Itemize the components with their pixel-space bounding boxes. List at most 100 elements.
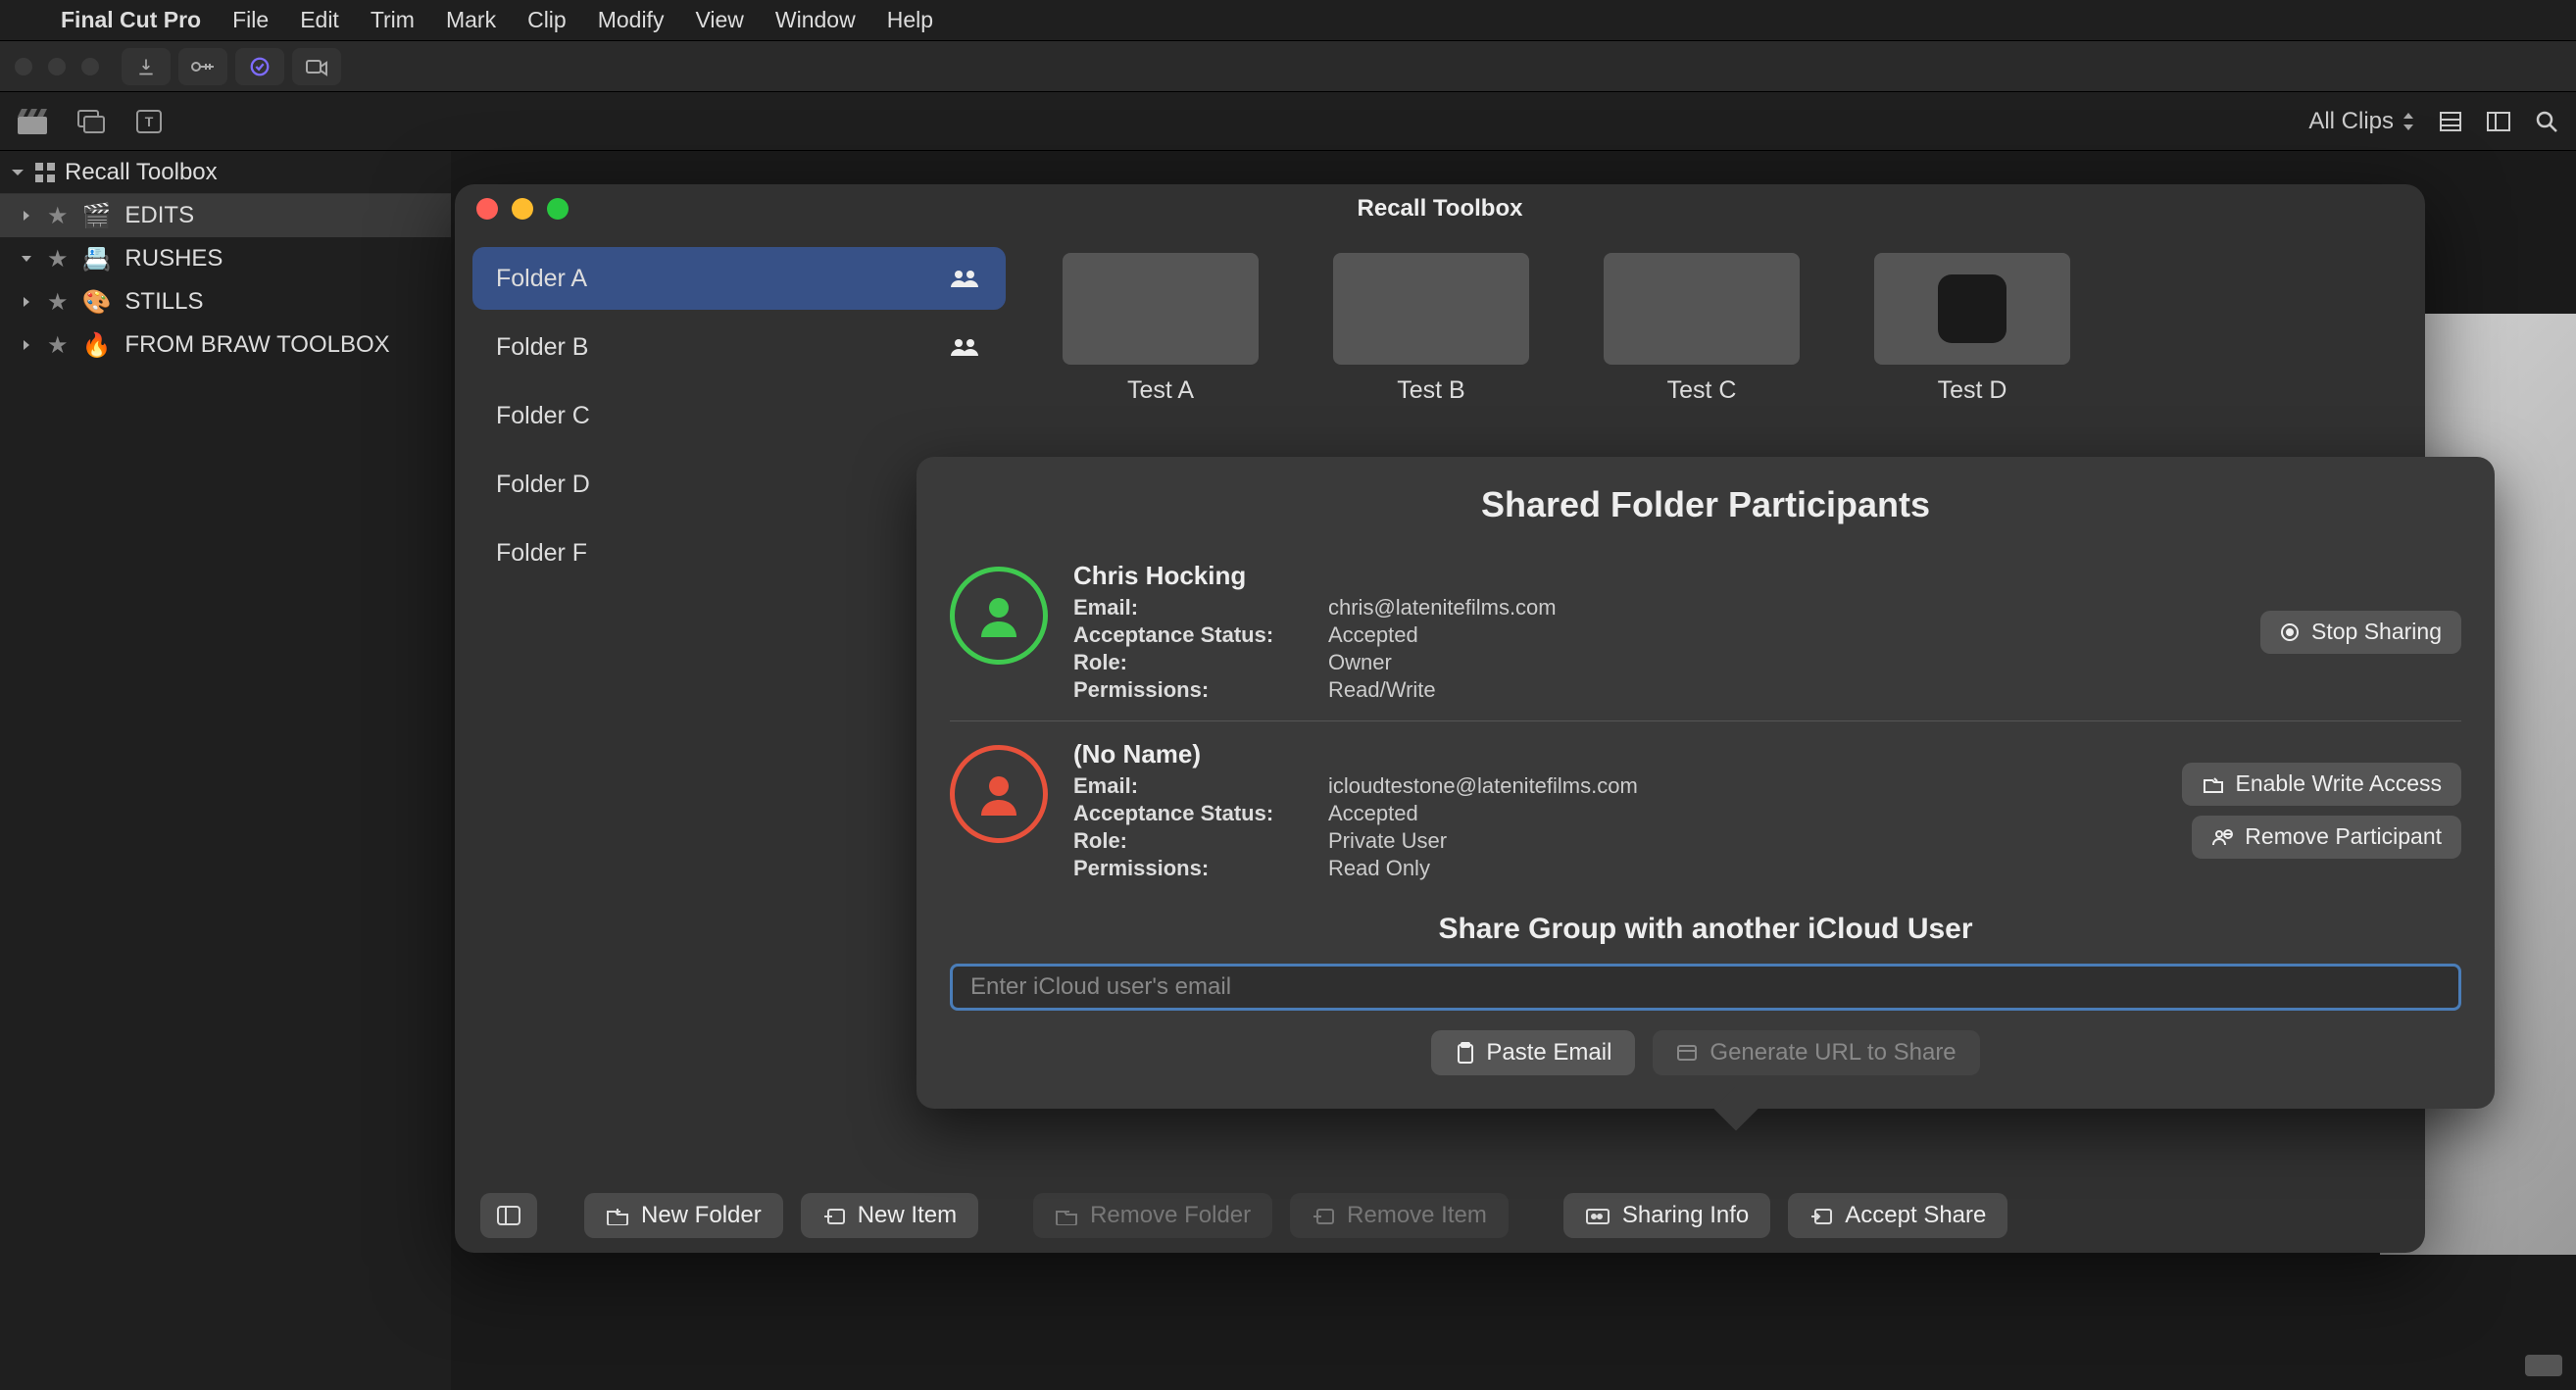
participant-role: Private User bbox=[1328, 828, 1447, 854]
participant-email: chris@latenitefilms.com bbox=[1328, 595, 1557, 621]
browser-title: Recall Toolbox bbox=[65, 159, 218, 186]
clips-filter[interactable]: All Clips bbox=[2308, 108, 2415, 135]
sharing-info-button[interactable]: Sharing Info bbox=[1563, 1193, 1770, 1238]
fcp-toolbar bbox=[0, 41, 2576, 92]
library-toolbar: T All Clips bbox=[0, 92, 2576, 151]
participant-permissions: Read Only bbox=[1328, 856, 1430, 881]
participant-action-button[interactable]: Remove Participant bbox=[2192, 816, 2461, 859]
background-tasks-button[interactable] bbox=[235, 48, 284, 85]
thumbnail-item[interactable]: Test A bbox=[1063, 253, 1259, 405]
star-icon: ★ bbox=[47, 288, 69, 317]
generate-url-button: Generate URL to Share bbox=[1653, 1030, 1979, 1075]
folder-label: Folder D bbox=[496, 471, 590, 499]
app-name[interactable]: Final Cut Pro bbox=[61, 7, 201, 33]
thumbnail-label: Test B bbox=[1397, 376, 1464, 405]
menu-clip[interactable]: Clip bbox=[527, 7, 567, 33]
thumbnail-item[interactable]: Test B bbox=[1333, 253, 1529, 405]
close-dot[interactable] bbox=[14, 57, 33, 76]
folder-label: Folder F bbox=[496, 539, 587, 568]
star-icon: ★ bbox=[47, 331, 69, 360]
disclosure-triangle-icon[interactable] bbox=[20, 295, 33, 309]
folder-item[interactable]: Folder B bbox=[472, 316, 1006, 378]
import-button[interactable] bbox=[122, 48, 171, 85]
participant-name: Chris Hocking bbox=[1073, 561, 1557, 591]
folder-item[interactable]: Folder A bbox=[472, 247, 1006, 310]
disclosure-triangle-icon[interactable] bbox=[20, 252, 33, 266]
viewer-scrollbar[interactable] bbox=[2525, 1355, 2562, 1376]
close-button[interactable] bbox=[476, 198, 498, 220]
clips-filter-label: All Clips bbox=[2308, 108, 2394, 135]
render-button[interactable] bbox=[292, 48, 341, 85]
participant-status: Accepted bbox=[1328, 801, 1418, 826]
browser-item[interactable]: ★📇RUSHES bbox=[0, 237, 451, 280]
titles-icon[interactable]: T bbox=[135, 109, 163, 134]
browser-item-label: FROM BRAW TOOLBOX bbox=[124, 331, 389, 359]
disclosure-triangle-icon[interactable] bbox=[20, 209, 33, 223]
accept-share-button[interactable]: Accept Share bbox=[1788, 1193, 2007, 1238]
toggle-sidebar-button[interactable] bbox=[480, 1193, 537, 1238]
disclosure-triangle-icon[interactable] bbox=[20, 338, 33, 352]
menu-help[interactable]: Help bbox=[887, 7, 933, 33]
share-heading: Share Group with another iCloud User bbox=[950, 913, 2461, 946]
search-icon[interactable] bbox=[2535, 110, 2558, 133]
folder-item[interactable]: Folder C bbox=[472, 384, 1006, 447]
emoji-icon: 📇 bbox=[82, 245, 112, 273]
zoom-dot[interactable] bbox=[80, 57, 100, 76]
menu-edit[interactable]: Edit bbox=[300, 7, 339, 33]
browser-item-label: STILLS bbox=[124, 288, 203, 316]
star-icon: ★ bbox=[47, 202, 69, 230]
participant-status: Accepted bbox=[1328, 622, 1418, 648]
browser-item[interactable]: ★ 🎨 STILLS bbox=[0, 280, 451, 323]
emoji-icon: 🎬 bbox=[82, 202, 112, 230]
participant-email: icloudtestone@latenitefilms.com bbox=[1328, 773, 1638, 799]
remove-item-button: Remove Item bbox=[1290, 1193, 1509, 1238]
shared-icon bbox=[949, 336, 982, 358]
filmstrip-view-icon[interactable] bbox=[2439, 111, 2462, 132]
thumbnail-label: Test A bbox=[1127, 376, 1194, 405]
menu-trim[interactable]: Trim bbox=[371, 7, 415, 33]
folder-label: Folder A bbox=[496, 265, 587, 293]
folder-label: Folder C bbox=[496, 402, 590, 430]
menu-modify[interactable]: Modify bbox=[598, 7, 665, 33]
new-item-button[interactable]: New Item bbox=[801, 1193, 978, 1238]
thumbnail-label: Test C bbox=[1667, 376, 1737, 405]
media-icon[interactable] bbox=[76, 109, 106, 134]
minimize-button[interactable] bbox=[512, 198, 533, 220]
avatar-icon bbox=[950, 745, 1048, 843]
new-folder-button[interactable]: New Folder bbox=[584, 1193, 783, 1238]
thumbnail-image bbox=[1333, 253, 1529, 365]
browser-item[interactable]: ★🔥FROM BRAW TOOLBOX bbox=[0, 323, 451, 367]
thumbnail-image bbox=[1063, 253, 1259, 365]
menu-view[interactable]: View bbox=[695, 7, 743, 33]
zoom-button[interactable] bbox=[547, 198, 569, 220]
participant-action-button[interactable]: Stop Sharing bbox=[2260, 611, 2461, 654]
thumbnail-item[interactable]: Test D bbox=[1874, 253, 2070, 405]
folder-label: Folder B bbox=[496, 333, 588, 362]
chevron-down-icon[interactable] bbox=[10, 165, 25, 180]
svg-text:T: T bbox=[145, 114, 154, 129]
browser-header: Recall Toolbox bbox=[0, 151, 451, 194]
menu-file[interactable]: File bbox=[232, 7, 269, 33]
clapper-icon[interactable] bbox=[18, 109, 47, 134]
window-titlebar[interactable]: Recall Toolbox bbox=[455, 184, 2425, 233]
participant-role: Owner bbox=[1328, 650, 1392, 675]
paste-email-button[interactable]: Paste Email bbox=[1431, 1030, 1635, 1075]
thumbnail-item[interactable]: Test C bbox=[1604, 253, 1800, 405]
menu-mark[interactable]: Mark bbox=[446, 7, 496, 33]
emoji-icon: 🎨 bbox=[82, 288, 112, 317]
participant-action-button[interactable]: Enable Write Access bbox=[2182, 763, 2461, 806]
avatar-icon bbox=[950, 567, 1048, 665]
browser-item-label: EDITS bbox=[124, 202, 194, 229]
menu-window[interactable]: Window bbox=[775, 7, 856, 33]
keyword-button[interactable] bbox=[178, 48, 227, 85]
browser-item-label: RUSHES bbox=[124, 245, 223, 273]
grid-icon bbox=[35, 163, 55, 182]
icloud-email-input[interactable] bbox=[950, 964, 2461, 1011]
window-bottom-bar: New Folder New Item Remove Folder Remove… bbox=[455, 1178, 2425, 1253]
shared-icon bbox=[949, 268, 982, 289]
list-view-icon[interactable] bbox=[2486, 111, 2511, 132]
menubar: Final Cut Pro File Edit Trim Mark Clip M… bbox=[0, 0, 2576, 41]
browser-item[interactable]: ★ 🎬 EDITS bbox=[0, 194, 451, 237]
minimize-dot[interactable] bbox=[47, 57, 67, 76]
participant-permissions: Read/Write bbox=[1328, 677, 1436, 703]
